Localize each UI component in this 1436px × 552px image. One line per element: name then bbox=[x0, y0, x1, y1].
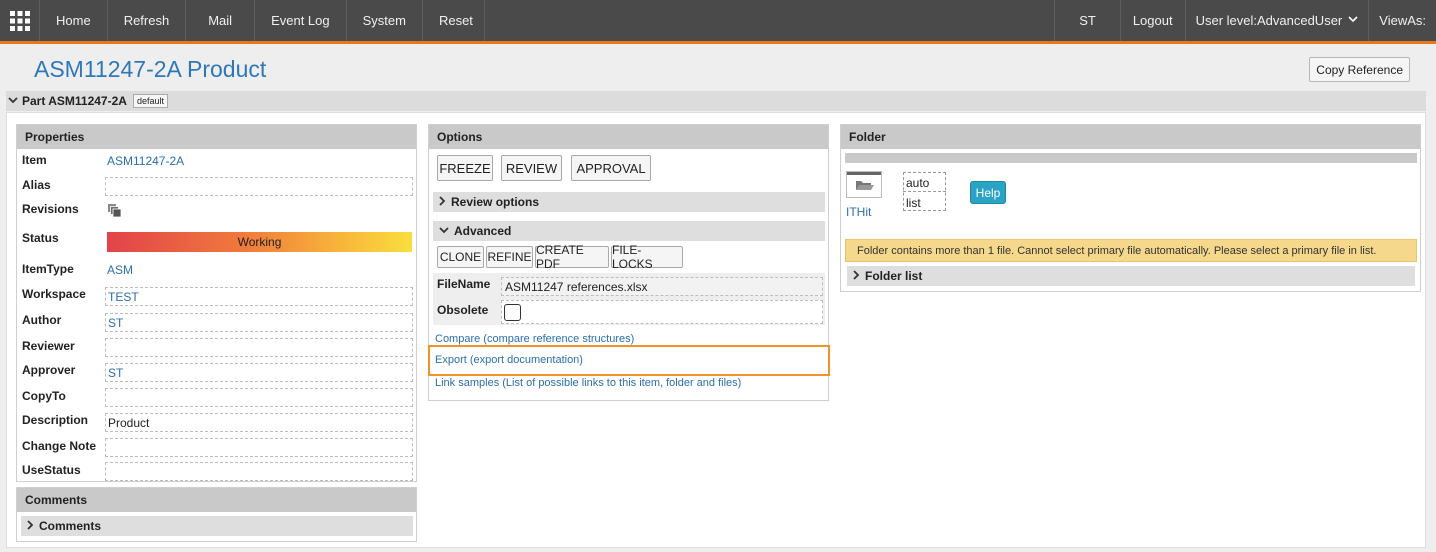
changenote-label: Change Note bbox=[22, 439, 97, 453]
folder-header: Folder bbox=[841, 125, 1420, 149]
workspace-row: Workspace bbox=[22, 284, 106, 304]
usestatus-label: UseStatus bbox=[22, 463, 81, 477]
reviewer-row: Reviewer bbox=[22, 336, 106, 356]
obsolete-checkbox[interactable] bbox=[504, 304, 521, 321]
itemtype-label: ItemType bbox=[22, 262, 74, 276]
copyto-field[interactable] bbox=[105, 388, 413, 407]
status-row: Status bbox=[22, 228, 106, 248]
item-label: Item bbox=[22, 153, 47, 167]
nav-system[interactable]: System bbox=[347, 0, 423, 41]
folder-mode-auto[interactable]: auto bbox=[906, 176, 929, 190]
review-options-toggle[interactable]: Review options bbox=[433, 192, 825, 212]
chevron-down-icon bbox=[439, 226, 449, 237]
alias-row: Alias bbox=[22, 175, 106, 195]
freeze-button[interactable]: FREEZE bbox=[437, 155, 493, 181]
nav-spacer bbox=[485, 0, 1056, 41]
refine-button[interactable]: REFINE bbox=[486, 246, 533, 268]
approver-field[interactable]: ST bbox=[105, 363, 413, 382]
review-button[interactable]: REVIEW bbox=[501, 155, 562, 181]
revisions-icon[interactable] bbox=[107, 203, 122, 221]
chevron-right-icon bbox=[439, 195, 446, 209]
author-row: Author bbox=[22, 310, 106, 330]
usestatus-field[interactable] bbox=[105, 462, 413, 481]
folder-list-label: Folder list bbox=[865, 269, 923, 283]
copyto-label: CopyTo bbox=[22, 389, 66, 403]
part-section-header[interactable]: Part ASM11247-2A default bbox=[6, 91, 1426, 111]
folder-mode-divider bbox=[903, 191, 946, 192]
reviewer-field[interactable] bbox=[105, 338, 413, 357]
copy-reference-button[interactable]: Copy Reference bbox=[1309, 57, 1410, 82]
changenote-row: Change Note bbox=[22, 436, 106, 456]
filename-field[interactable]: ASM11247 references.xlsx bbox=[501, 277, 823, 296]
comments-header: Comments bbox=[17, 488, 416, 512]
compare-link[interactable]: Compare (compare reference structures) bbox=[435, 333, 634, 345]
approval-button[interactable]: APPROVAL bbox=[571, 155, 651, 181]
page-title: ASM11247-2A Product bbox=[34, 56, 267, 82]
description-row: Description bbox=[22, 410, 106, 430]
help-button[interactable]: Help bbox=[970, 181, 1006, 204]
nav-home[interactable]: Home bbox=[40, 0, 108, 41]
clone-button[interactable]: CLONE bbox=[437, 246, 484, 268]
folder-name-link[interactable]: ITHit bbox=[846, 205, 871, 219]
folder-warning: Folder contains more than 1 file. Cannot… bbox=[845, 239, 1417, 262]
part-label: Part ASM11247-2A bbox=[22, 94, 127, 108]
copyto-row: CopyTo bbox=[22, 386, 106, 406]
folder-mode-list[interactable]: list bbox=[906, 196, 921, 210]
workspace-label: Workspace bbox=[22, 287, 86, 301]
properties-header: Properties bbox=[17, 125, 416, 149]
create-pdf-button[interactable]: CREATE PDF bbox=[535, 243, 609, 271]
export-link[interactable]: Export (export documentation) bbox=[435, 354, 583, 366]
options-header: Options bbox=[429, 125, 828, 149]
review-options-label: Review options bbox=[451, 195, 540, 209]
app-grid-icon[interactable] bbox=[0, 0, 40, 41]
changenote-field[interactable] bbox=[105, 438, 413, 457]
alias-field[interactable] bbox=[105, 177, 413, 196]
comments-section-label: Comments bbox=[39, 519, 102, 533]
folder-list-toggle[interactable]: Folder list bbox=[847, 266, 1415, 286]
top-navigation-bar: Home Refresh Mail Event Log System Reset… bbox=[0, 0, 1436, 44]
revisions-label: Revisions bbox=[22, 202, 79, 216]
revisions-row: Revisions bbox=[22, 199, 106, 219]
chevron-right-icon bbox=[853, 269, 860, 283]
alias-label: Alias bbox=[22, 178, 51, 192]
nav-event-log[interactable]: Event Log bbox=[255, 0, 347, 41]
chevron-down-icon bbox=[8, 96, 18, 107]
status-label: Status bbox=[22, 231, 59, 245]
author-label: Author bbox=[22, 313, 62, 327]
itemtype-row: ItemType bbox=[22, 259, 106, 279]
advanced-label: Advanced bbox=[454, 224, 512, 238]
file-locks-button[interactable]: FILE-LOCKS bbox=[611, 243, 683, 271]
description-field[interactable]: Product bbox=[105, 413, 413, 432]
status-bar[interactable]: Working bbox=[107, 232, 412, 252]
item-link[interactable]: ASM11247-2A bbox=[107, 154, 184, 168]
comments-section-toggle[interactable]: Comments bbox=[21, 516, 413, 536]
obsolete-label: Obsolete bbox=[437, 303, 489, 317]
usestatus-row: UseStatus bbox=[22, 460, 106, 480]
approver-row: Approver bbox=[22, 360, 106, 380]
advanced-toggle[interactable]: Advanced bbox=[433, 221, 825, 241]
item-row: Item bbox=[22, 150, 106, 170]
itemtype-link[interactable]: ASM bbox=[107, 263, 133, 277]
filename-label: FileName bbox=[437, 277, 491, 291]
folder-open-icon[interactable] bbox=[846, 171, 882, 198]
chevron-right-icon bbox=[27, 519, 34, 533]
part-badge: default bbox=[132, 94, 168, 108]
user-level-label: User level:AdvancedUser bbox=[1195, 13, 1343, 28]
nav-refresh[interactable]: Refresh bbox=[108, 0, 187, 41]
chevron-down-icon bbox=[1348, 15, 1358, 26]
approver-label: Approver bbox=[22, 363, 76, 377]
description-label: Description bbox=[22, 413, 89, 427]
workspace-field[interactable]: TEST bbox=[105, 287, 413, 306]
nav-logout[interactable]: Logout bbox=[1121, 0, 1186, 41]
reviewer-label: Reviewer bbox=[22, 339, 75, 353]
link-samples[interactable]: Link samples (List of possible links to … bbox=[435, 377, 741, 389]
user-level-dropdown[interactable]: User level:AdvancedUser bbox=[1186, 0, 1370, 41]
obsolete-field bbox=[501, 300, 823, 324]
nav-user-initials[interactable]: ST bbox=[1055, 0, 1121, 41]
nav-reset[interactable]: Reset bbox=[423, 0, 485, 41]
nav-view-as[interactable]: ViewAs: bbox=[1369, 0, 1436, 41]
nav-mail[interactable]: Mail bbox=[186, 0, 256, 41]
folder-path-bar bbox=[845, 153, 1417, 163]
author-field[interactable]: ST bbox=[105, 313, 413, 332]
